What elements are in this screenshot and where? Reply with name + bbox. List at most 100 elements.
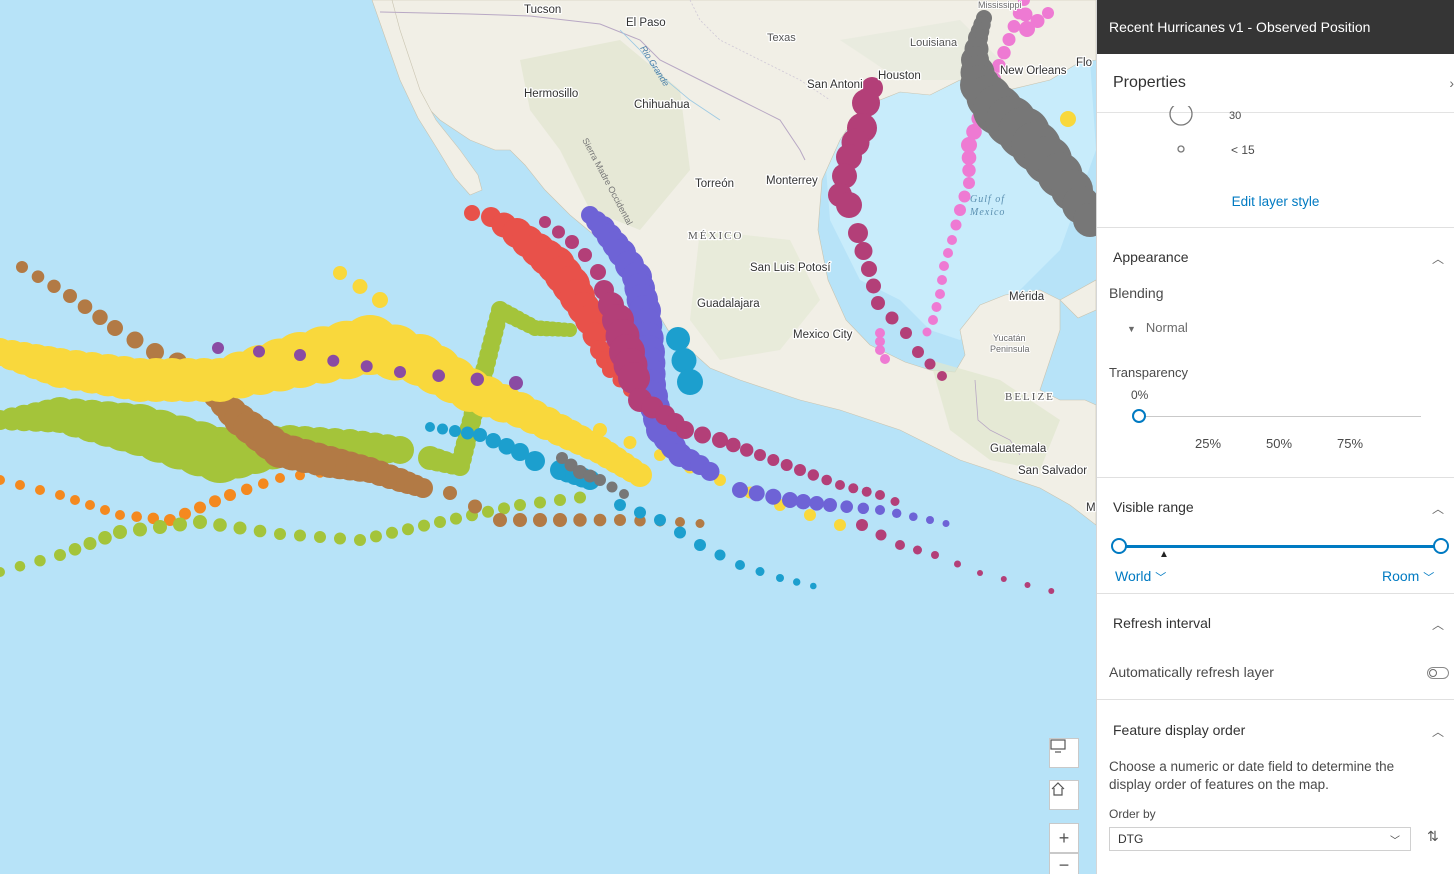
track-point[interactable] (464, 205, 480, 221)
track-point[interactable] (92, 309, 108, 325)
blending-select[interactable]: ▼ Normal (1127, 320, 1188, 335)
track-point[interactable] (852, 89, 880, 117)
track-point[interactable] (209, 495, 221, 508)
track-point[interactable] (875, 529, 887, 541)
track-point[interactable] (942, 520, 950, 527)
track-point[interactable] (253, 345, 265, 358)
range-min-handle[interactable] (1111, 538, 1127, 554)
track-point[interactable] (193, 515, 207, 529)
track-point[interactable] (795, 494, 811, 510)
track-point[interactable] (1019, 21, 1035, 37)
track-point[interactable] (54, 549, 66, 561)
track-point[interactable] (623, 436, 637, 449)
track-point[interactable] (875, 505, 885, 515)
track-point[interactable] (875, 345, 885, 355)
transparency-track[interactable] (1139, 416, 1421, 417)
track-point[interactable] (694, 539, 706, 551)
chevron-up-icon[interactable]: ︿ (1432, 500, 1444, 517)
track-point[interactable] (233, 521, 247, 535)
track-point[interactable] (115, 510, 125, 520)
track-point[interactable] (34, 555, 46, 567)
track-point[interactable] (848, 223, 868, 243)
track-point[interactable] (1024, 582, 1031, 588)
track-point[interactable] (333, 266, 347, 280)
track-point[interactable] (939, 261, 949, 271)
track-point[interactable] (468, 499, 482, 514)
chevron-up-icon[interactable]: ︿ (1432, 723, 1444, 740)
track-point[interactable] (776, 574, 784, 582)
track-point[interactable] (594, 474, 606, 486)
track-point[interactable] (352, 279, 368, 294)
track-point[interactable] (809, 496, 824, 511)
track-point[interactable] (926, 516, 934, 524)
track-point[interactable] (593, 513, 607, 527)
track-point[interactable] (593, 423, 607, 437)
refresh-title[interactable]: Refresh interval (1113, 615, 1211, 631)
track-point[interactable] (780, 459, 793, 471)
track-point[interactable] (1007, 20, 1021, 33)
track-point[interactable] (875, 490, 885, 500)
track-point[interactable] (958, 190, 971, 203)
track-point[interactable] (418, 519, 430, 532)
track-point[interactable] (900, 327, 912, 339)
track-point[interactable] (714, 549, 726, 561)
track-point[interactable] (394, 366, 406, 378)
track-point[interactable] (473, 428, 487, 442)
sort-order-icon[interactable]: ⇅ (1427, 828, 1439, 845)
track-point[interactable] (700, 462, 720, 481)
track-point[interactable] (924, 358, 936, 370)
track-point[interactable] (68, 543, 82, 556)
track-point[interactable] (432, 369, 446, 383)
track-point[interactable] (498, 502, 510, 515)
track-point[interactable] (372, 292, 388, 308)
track-point[interactable] (470, 372, 484, 386)
track-point[interactable] (794, 464, 806, 476)
range-max-handle[interactable] (1433, 538, 1449, 554)
track-point[interactable] (554, 494, 566, 506)
track-point[interactable] (909, 512, 918, 521)
track-point[interactable] (77, 299, 93, 315)
track-point[interactable] (856, 519, 868, 531)
track-point[interactable] (1002, 33, 1016, 46)
track-point[interactable] (449, 425, 461, 437)
zoom-in-button[interactable]: + (1049, 823, 1079, 853)
track-point[interactable] (1060, 111, 1076, 127)
track-point[interactable] (804, 509, 816, 521)
track-point[interactable] (937, 371, 947, 381)
map-canvas[interactable]: Tucson El Paso Texas Louisiana Mississip… (0, 0, 1096, 874)
range-max-label[interactable]: Room ﹀ (1382, 568, 1434, 585)
track-point[interactable] (212, 342, 224, 354)
display-order-title[interactable]: Feature display order (1113, 722, 1245, 738)
track-point[interactable] (360, 360, 373, 373)
track-point[interactable] (153, 520, 167, 534)
chevron-up-icon[interactable]: ︿ (1432, 616, 1444, 633)
track-point[interactable] (807, 469, 819, 481)
home-button[interactable] (1049, 780, 1079, 810)
track-point[interactable] (947, 235, 957, 245)
display-mode-button[interactable] (1049, 738, 1079, 768)
track-point[interactable] (765, 488, 782, 505)
track-point[interactable] (866, 278, 881, 294)
track-point[interactable] (748, 485, 765, 502)
track-point[interactable] (100, 505, 110, 515)
track-point[interactable] (354, 534, 366, 546)
track-point[interactable] (890, 497, 900, 506)
track-point[interactable] (861, 486, 872, 497)
track-point[interactable] (871, 296, 885, 310)
track-point[interactable] (126, 331, 144, 349)
track-point[interactable] (553, 513, 567, 527)
track-point[interactable] (113, 525, 127, 539)
track-point[interactable] (590, 264, 606, 280)
track-point[interactable] (997, 46, 1011, 60)
track-point[interactable] (386, 436, 414, 464)
track-point[interactable] (677, 369, 703, 395)
track-point[interactable] (370, 530, 382, 543)
track-point[interactable] (928, 315, 938, 325)
track-point[interactable] (509, 376, 523, 390)
track-point[interactable] (1000, 576, 1007, 582)
track-point[interactable] (31, 270, 45, 284)
transparency-handle[interactable] (1132, 409, 1146, 423)
track-point[interactable] (55, 490, 65, 500)
track-point[interactable] (253, 524, 267, 538)
track-point[interactable] (836, 192, 862, 218)
